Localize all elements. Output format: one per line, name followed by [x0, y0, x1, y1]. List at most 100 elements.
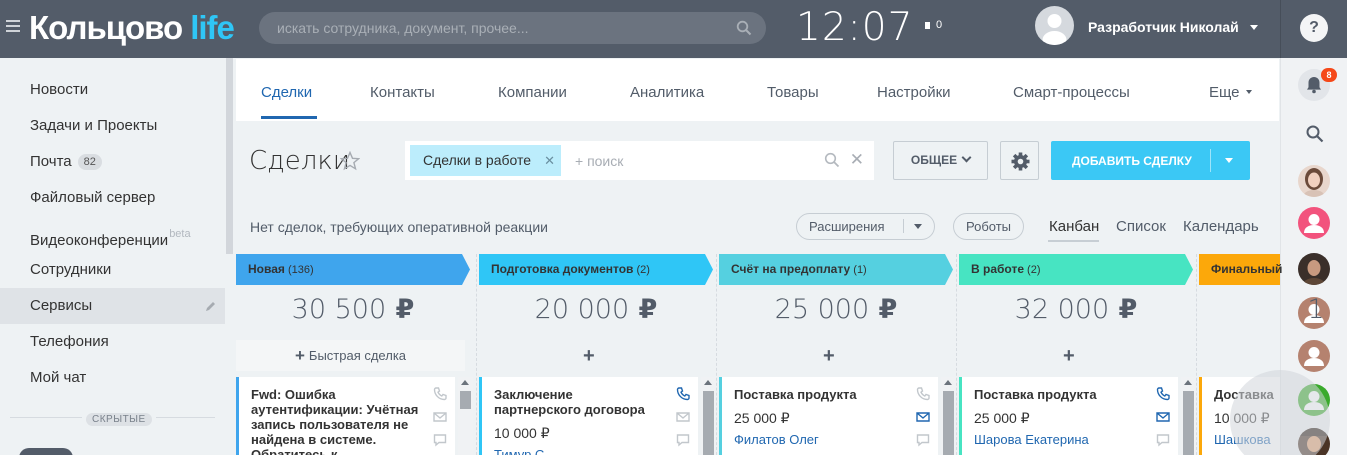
robots-button[interactable]: Роботы — [953, 213, 1025, 240]
sidebar-item-file-server[interactable]: Файловый сервер — [0, 180, 225, 216]
deal-card[interactable]: Поставка продукта 25 000 ₽ Шарова Екатерин… — [959, 377, 1178, 455]
scroll-up-icon[interactable] — [1184, 380, 1192, 385]
phone-icon[interactable] — [915, 386, 931, 402]
flag-counter[interactable]: 0 — [925, 19, 942, 31]
filter-tag[interactable]: Сделки в работе ✕ — [410, 145, 562, 176]
phone-icon[interactable] — [432, 386, 448, 402]
deal-title[interactable]: Поставка продукта — [974, 387, 1097, 402]
sidebar-item-services[interactable]: Сервисы — [0, 288, 225, 324]
clear-icon[interactable]: ✕ — [850, 150, 864, 170]
crm-pill[interactable] — [19, 448, 73, 455]
search-icon[interactable] — [736, 20, 752, 36]
add-deal-plus-button[interactable]: + — [1063, 345, 1075, 368]
deal-title[interactable]: Поставка продукта — [734, 387, 857, 402]
sidebar-item-my-chat[interactable]: Мой чат — [0, 360, 225, 396]
view-calendar[interactable]: Календарь — [1183, 218, 1259, 235]
view-kanban[interactable]: Канбан — [1049, 218, 1099, 235]
column-header[interactable]: В работе (2) — [959, 254, 1193, 285]
search-icon[interactable] — [1305, 124, 1325, 144]
chat-icon[interactable] — [432, 432, 448, 448]
menu-icon[interactable] — [6, 20, 20, 34]
scroll-thumb[interactable] — [1183, 391, 1194, 455]
deal-card[interactable]: Заключение партнерского договора 10 000 ₽ Т… — [479, 377, 698, 455]
help-button[interactable]: ? — [1300, 14, 1328, 42]
mail-icon[interactable] — [675, 409, 691, 425]
sidebar-item-news[interactable]: Новости — [0, 72, 225, 108]
sidebar-item-video[interactable]: Видеоконференцииbeta — [0, 216, 225, 252]
chat-icon[interactable] — [675, 432, 691, 448]
contact-avatar[interactable] — [1298, 253, 1330, 285]
chevron-down-icon[interactable] — [913, 224, 922, 229]
mail-icon[interactable] — [915, 409, 931, 425]
star-icon[interactable] — [340, 151, 360, 171]
view-list[interactable]: Список — [1116, 218, 1166, 235]
mail-icon[interactable] — [1155, 409, 1171, 425]
hidden-items-toggle[interactable]: СКРЫТЫЕ — [82, 409, 156, 427]
deal-title-line: найдена в системе. — [251, 432, 377, 447]
deal-title[interactable]: Заключение партнерского договора — [494, 387, 645, 417]
deal-card[interactable]: Fwd: Ошибка аутентификации: Учётная запись… — [236, 377, 455, 455]
divider — [902, 219, 904, 233]
search-icon[interactable] — [824, 152, 840, 168]
global-search-input[interactable]: искать сотрудника, документ, прочее... — [259, 12, 766, 44]
user-avatar[interactable] — [1035, 6, 1074, 45]
user-name[interactable]: Разработчик Николай — [1088, 19, 1239, 35]
column-header[interactable]: Подготовка документов (2) — [479, 254, 713, 285]
scroll-up-icon[interactable] — [944, 380, 952, 385]
add-deal-plus-button[interactable]: + — [823, 345, 835, 368]
contact-avatar[interactable] — [1298, 340, 1330, 372]
phone-icon[interactable] — [1155, 386, 1171, 402]
contact-avatar[interactable] — [1298, 165, 1330, 197]
scroll-thumb[interactable] — [943, 391, 954, 455]
column-header[interactable]: Счёт на предоплату (1) — [719, 254, 953, 285]
scroll-thumb[interactable] — [460, 391, 471, 409]
sidebar-item-telephony[interactable]: Телефония — [0, 324, 225, 360]
tab-more[interactable]: Еще — [1209, 84, 1252, 101]
add-deal-plus-button[interactable]: + — [583, 345, 595, 368]
chevron-down-icon[interactable] — [1225, 158, 1233, 163]
tab-deals[interactable]: Сделки — [261, 84, 312, 101]
scroll-thumb[interactable] — [703, 391, 714, 455]
tab-analytics[interactable]: Аналитика — [630, 84, 704, 101]
scroll-up-icon[interactable] — [461, 380, 469, 385]
settings-button[interactable] — [1000, 141, 1039, 180]
tab-settings[interactable]: Настройки — [877, 84, 951, 101]
clock[interactable]: 12:07 — [796, 5, 913, 50]
sidebar-item-tasks[interactable]: Задачи и Проекты — [0, 108, 225, 144]
deal-contact-link[interactable]: Филатов Олег — [734, 432, 819, 447]
general-category-button[interactable]: ОБЩЕЕ — [893, 141, 988, 180]
extensions-button[interactable]: Расширения — [796, 213, 935, 240]
tab-smart-processes[interactable]: Смарт-процессы — [1013, 84, 1130, 101]
column-header[interactable]: Финальный — [1199, 254, 1282, 285]
column-header[interactable]: Новая (136) — [236, 254, 470, 285]
filter-search-input[interactable]: Сделки в работе ✕ + поиск ✕ — [405, 141, 874, 180]
card-scrollbar[interactable] — [941, 377, 956, 455]
add-deal-button[interactable]: ДОБАВИТЬ СДЕЛКУ — [1051, 141, 1250, 180]
sidebar-item-label: Задачи и Проекты — [30, 117, 158, 134]
mail-icon[interactable] — [432, 409, 448, 425]
contact-avatar[interactable] — [1298, 207, 1330, 239]
card-scrollbar[interactable] — [701, 377, 716, 455]
pencil-icon[interactable] — [205, 300, 217, 312]
sidebar-item-mail[interactable]: Почта 82 — [0, 144, 225, 180]
deal-title[interactable]: Fwd: Ошибка аутентификации: Учётная запись… — [251, 387, 418, 455]
tab-companies[interactable]: Компании — [498, 84, 567, 101]
close-icon[interactable]: ✕ — [544, 145, 555, 176]
portal-logo[interactable]: Кольцово life — [29, 9, 235, 47]
deal-contact-link[interactable]: Шарова Екатерина — [974, 432, 1089, 447]
sidebar-scrollbar[interactable] — [226, 58, 233, 254]
column-sum-value: 1 — [1307, 294, 1325, 325]
deal-contact-link[interactable]: Тимур С — [494, 447, 544, 455]
chat-icon[interactable] — [1155, 432, 1171, 448]
scroll-up-icon[interactable] — [704, 380, 712, 385]
card-scrollbar[interactable] — [1181, 377, 1196, 455]
quick-deal-button[interactable]: + Быстрая сделка — [236, 340, 465, 371]
chat-icon[interactable] — [915, 432, 931, 448]
deal-card[interactable]: Поставка продукта 25 000 ₽ Филатов Олег — [719, 377, 938, 455]
tab-products[interactable]: Товары — [767, 84, 819, 101]
chevron-down-icon[interactable] — [1250, 25, 1258, 30]
phone-icon[interactable] — [675, 386, 691, 402]
card-scrollbar[interactable] — [458, 377, 473, 455]
sidebar-item-employees[interactable]: Сотрудники — [0, 252, 225, 288]
tab-contacts[interactable]: Контакты — [370, 84, 435, 101]
